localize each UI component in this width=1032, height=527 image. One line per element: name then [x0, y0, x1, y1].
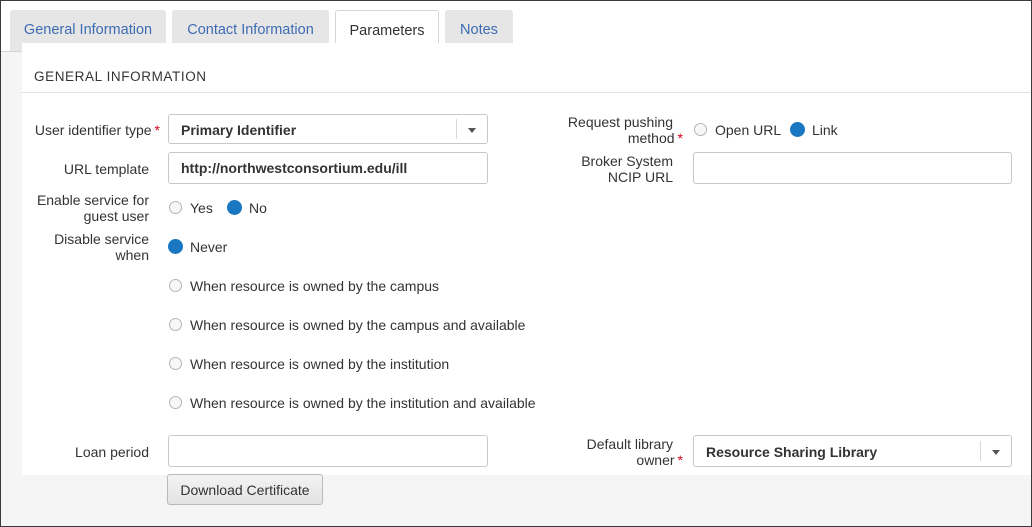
enable-service-guest-label: Enable service for guest user — [20, 192, 149, 224]
url-template-input[interactable] — [168, 152, 488, 184]
default-library-owner-select[interactable]: Resource Sharing Library — [693, 435, 1012, 467]
required-marker: * — [154, 122, 160, 138]
disable-service-when-label: Disable service when — [20, 231, 149, 263]
user-identifier-type-select[interactable]: Primary Identifier — [168, 114, 488, 144]
radio-unchecked-icon[interactable] — [169, 201, 182, 214]
default-library-owner-label-line2: owner — [636, 452, 675, 468]
section-divider — [21, 92, 1030, 93]
default-library-owner-value: Resource Sharing Library — [706, 444, 878, 460]
radio-label: When resource is owned by the campus and… — [190, 317, 526, 333]
default-library-owner-label-line1: Default library — [586, 436, 673, 452]
radio-label: When resource is owned by the institutio… — [190, 395, 536, 411]
radio-checked-icon[interactable] — [168, 239, 183, 254]
broker-system-ncip-url-input[interactable] — [693, 152, 1012, 184]
request-pushing-method-label-line1: Request pushing — [567, 114, 673, 130]
select-separator — [980, 441, 981, 461]
radio-label: Link — [812, 122, 838, 138]
radio-label: Never — [190, 239, 228, 255]
radio-unchecked-icon[interactable] — [169, 318, 182, 331]
section-title: GENERAL INFORMATION — [34, 69, 207, 84]
request-pushing-method-label: Request pushing method * — [520, 114, 683, 146]
user-identifier-type-value: Primary Identifier — [181, 122, 297, 138]
disable-service-when-label-line2: when — [115, 247, 149, 263]
loan-period-label: Loan period — [75, 444, 149, 460]
radio-label: No — [249, 200, 267, 216]
user-identifier-type-label-text: User identifier type — [34, 122, 152, 138]
default-library-owner-label: Default library owner * — [520, 436, 683, 468]
chevron-down-icon[interactable] — [468, 128, 476, 133]
disable-service-when-label-line1: Disable service — [54, 231, 149, 247]
radio-label: Open URL — [715, 122, 782, 138]
user-identifier-type-label: User identifier type * — [20, 122, 160, 138]
chevron-down-icon[interactable] — [992, 450, 1000, 455]
radio-checked-icon[interactable] — [227, 200, 242, 215]
select-separator — [456, 119, 457, 139]
default-library-owner-label-line2-row: owner * — [520, 452, 683, 468]
request-pushing-method-label-line2-row: method * — [520, 130, 683, 146]
radio-label: When resource is owned by the campus — [190, 278, 440, 294]
request-pushing-method-label-line2: method — [627, 130, 675, 146]
required-marker: * — [677, 452, 683, 468]
enable-service-guest-label-line2: guest user — [83, 208, 149, 224]
loan-period-input[interactable] — [168, 435, 488, 467]
radio-unchecked-icon[interactable] — [169, 396, 182, 409]
url-template-label: URL template — [63, 161, 149, 177]
broker-system-label-line2: NCIP URL — [607, 169, 673, 185]
radio-label: Yes — [190, 200, 213, 216]
radio-unchecked-icon[interactable] — [169, 279, 182, 292]
radio-label: When resource is owned by the institutio… — [190, 356, 450, 372]
radio-unchecked-icon[interactable] — [694, 123, 707, 136]
broker-system-ncip-url-label: Broker System NCIP URL — [520, 153, 673, 185]
radio-unchecked-icon[interactable] — [169, 357, 182, 370]
required-marker: * — [677, 130, 683, 146]
radio-checked-icon[interactable] — [790, 122, 805, 137]
download-certificate-button[interactable]: Download Certificate — [167, 474, 323, 505]
enable-service-guest-label-line1: Enable service for — [36, 192, 149, 208]
broker-system-label-line1: Broker System — [581, 153, 673, 169]
